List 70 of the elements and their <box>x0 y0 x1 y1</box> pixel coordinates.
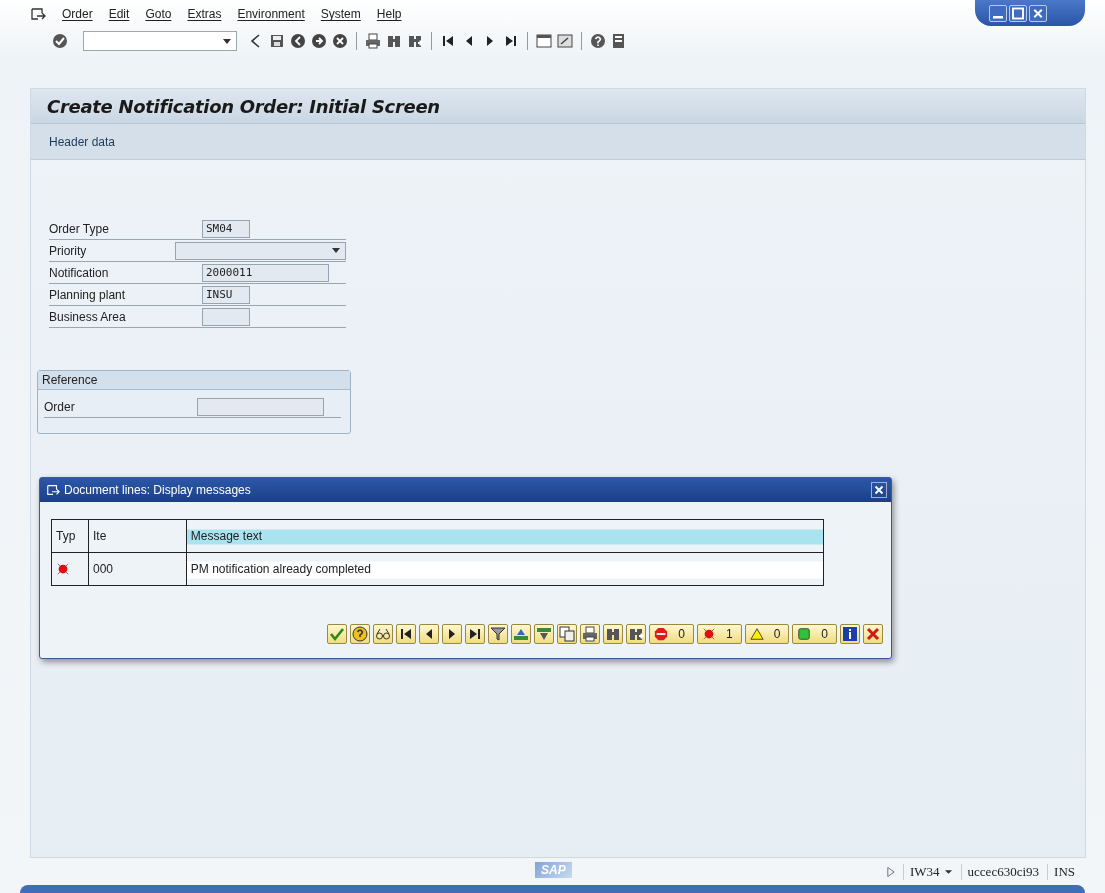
filter-icon[interactable] <box>490 626 507 642</box>
header-data-button[interactable]: Header data <box>49 134 116 149</box>
table-cell: PM notification already completed <box>186 552 824 586</box>
menu-item[interactable]: Environment <box>237 7 305 21</box>
dropdown-field[interactable] <box>174 241 346 260</box>
new-session-icon[interactable] <box>536 33 552 49</box>
field-label: Order Type <box>49 221 110 236</box>
close-icon[interactable] <box>871 482 887 498</box>
cancel-icon[interactable] <box>865 626 881 642</box>
find-next-icon[interactable] <box>407 33 423 49</box>
menu-item[interactable]: Order <box>62 7 93 21</box>
find-icon[interactable] <box>386 33 402 49</box>
column-header[interactable]: Typ <box>51 519 89 553</box>
glasses-icon[interactable] <box>375 626 392 642</box>
message-filter-button[interactable]: 0 <box>744 624 790 644</box>
exit-circle-icon[interactable] <box>311 33 327 49</box>
screen-title: Create Notification Order: Initial Screen <box>47 95 440 117</box>
expand-arrow-icon[interactable] <box>885 866 895 878</box>
find-icon[interactable] <box>605 626 622 642</box>
dialog-title: Document lines: Display messages <box>64 483 251 497</box>
message-filter-button[interactable]: 1 <box>696 624 742 644</box>
command-field[interactable] <box>83 31 237 51</box>
input-field[interactable]: SM04 <box>202 219 250 238</box>
table-cell: 000 <box>88 552 187 586</box>
field-label: Order <box>44 399 76 414</box>
column-header[interactable]: Ite <box>88 519 187 553</box>
field-label: Business Area <box>49 309 127 324</box>
last-page-icon[interactable] <box>503 33 519 49</box>
message-filter-button[interactable]: 0 <box>649 624 694 644</box>
shortcut-icon[interactable] <box>557 33 573 49</box>
column-header[interactable]: Message text <box>186 519 824 553</box>
save-icon[interactable] <box>269 33 285 49</box>
group-title: Reference <box>38 371 350 390</box>
back-circle-icon[interactable] <box>290 33 306 49</box>
menu-icon[interactable] <box>30 6 46 22</box>
printer-icon[interactable] <box>365 33 381 49</box>
transaction-code[interactable]: IW34 <box>902 864 940 880</box>
customize-icon[interactable] <box>611 33 627 49</box>
info-icon[interactable] <box>842 626 858 642</box>
menu-item[interactable]: Help <box>376 7 402 21</box>
field-label: Priority <box>49 243 88 258</box>
first-page-icon[interactable] <box>440 33 456 49</box>
sort-icon[interactable] <box>536 626 553 642</box>
caret-icon[interactable] <box>943 869 953 875</box>
copy-icon[interactable] <box>559 626 576 642</box>
help-icon[interactable] <box>352 626 369 642</box>
menu-item[interactable]: Extras <box>187 7 222 21</box>
menu-item[interactable]: System <box>320 7 361 21</box>
menu-item[interactable]: Edit <box>108 7 130 21</box>
checkmark-icon[interactable] <box>329 626 346 642</box>
cancel-circle-icon[interactable] <box>332 33 348 49</box>
find-next-icon[interactable] <box>628 626 645 642</box>
input-field[interactable] <box>197 397 324 416</box>
menu-item[interactable]: Goto <box>145 7 172 21</box>
minimize-icon[interactable] <box>989 4 1007 22</box>
input-field[interactable]: INSU <box>202 285 250 304</box>
input-mode: INS <box>1047 864 1075 880</box>
printer-icon[interactable] <box>582 626 599 642</box>
logo: SAP <box>535 862 572 878</box>
maximize-icon[interactable] <box>1009 4 1027 22</box>
input-field[interactable]: 2000011 <box>202 263 329 282</box>
help-icon[interactable] <box>590 33 606 49</box>
enter-icon[interactable] <box>52 33 68 49</box>
close-icon[interactable] <box>1029 4 1047 22</box>
field-label: Notification <box>49 265 110 280</box>
dialog-menu-icon[interactable] <box>46 483 60 497</box>
field-label: Planning plant <box>49 287 127 302</box>
server-name: uccec630ci93 <box>960 864 1040 880</box>
input-field[interactable] <box>202 307 250 326</box>
message-filter-button[interactable]: 0 <box>792 624 837 644</box>
